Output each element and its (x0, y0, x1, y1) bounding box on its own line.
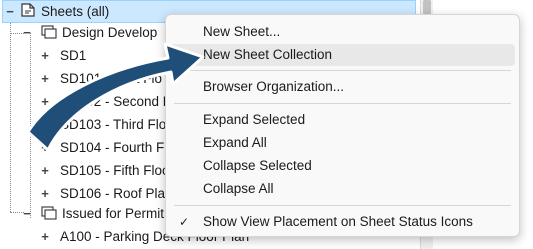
checkmark-icon: ✓ (179, 215, 190, 229)
menu-item-expand-selected[interactable]: Expand Selected (170, 109, 515, 131)
menu-separator (174, 70, 511, 71)
tree-item-label: SD101 - First Flo (60, 71, 163, 86)
expand-toggle-icon[interactable]: + (40, 91, 50, 113)
tree-group-issued-for-permit[interactable]: − Issued for Permit (22, 203, 164, 225)
tree-item-label: SD106 - Roof Plar (60, 186, 170, 201)
context-menu: New Sheet... New Sheet Collection Browse… (165, 14, 520, 237)
menu-item-label: Browser Organization... (203, 79, 345, 94)
tree-item-label: SD102 - Second F (60, 94, 172, 109)
collapse-toggle-icon[interactable]: − (22, 22, 32, 44)
menu-item-label: Expand Selected (203, 112, 306, 127)
menu-item-collapse-all[interactable]: Collapse All (170, 178, 515, 200)
tree-item-sheet[interactable]: + SD104 - Fourth F (40, 137, 164, 159)
menu-separator (174, 205, 511, 206)
menu-item-label: New Sheet... (203, 24, 281, 39)
collapse-toggle-icon[interactable]: − (5, 1, 15, 23)
menu-separator (174, 103, 511, 104)
sheet-collection-icon (40, 24, 58, 43)
tree-item-label: SD105 - Fifth Floo (60, 163, 170, 178)
menu-item-label: Collapse All (203, 181, 274, 196)
sheet-collection-icon (40, 205, 58, 224)
expand-toggle-icon[interactable]: + (40, 68, 50, 90)
tree-item-sheet[interactable]: + SD102 - Second F (40, 91, 171, 113)
tree-item-label: SD1 (60, 48, 87, 63)
tree-item-sheet[interactable]: + SD1 (40, 45, 86, 67)
tree-item-label: SD104 - Fourth F (60, 140, 165, 155)
tree-item-sheet[interactable]: + SD105 - Fifth Floo (40, 160, 170, 182)
menu-item-browser-organization[interactable]: Browser Organization... (170, 76, 515, 98)
menu-item-new-sheet[interactable]: New Sheet... (170, 21, 515, 43)
tree-root-label: Sheets (all) (41, 3, 110, 19)
expand-toggle-icon[interactable]: + (40, 183, 50, 205)
menu-item-label: Show View Placement on Sheet Status Icon… (203, 214, 473, 229)
tree-guide-line (10, 22, 11, 212)
tree-group-label: Design Develop (62, 25, 158, 40)
tree-group-label: Issued for Permit (62, 206, 165, 221)
menu-item-expand-all[interactable]: Expand All (170, 132, 515, 154)
menu-item-label: Collapse Selected (203, 158, 312, 173)
expand-toggle-icon[interactable]: + (40, 45, 50, 67)
sheet-set-icon (19, 2, 37, 21)
menu-item-label: Expand All (203, 135, 267, 150)
expand-toggle-icon[interactable]: + (40, 226, 50, 248)
tree-group-design-development[interactable]: − Design Develop (22, 22, 157, 44)
menu-item-show-view-placement[interactable]: ✓ Show View Placement on Sheet Status Ic… (170, 211, 515, 233)
tree-item-sheet[interactable]: + SD101 - First Flo (40, 68, 162, 90)
tree-guide-line (30, 33, 31, 218)
expand-toggle-icon[interactable]: + (40, 160, 50, 182)
expand-toggle-icon[interactable]: + (40, 137, 50, 159)
expand-toggle-icon[interactable]: + (40, 114, 50, 136)
menu-item-collapse-selected[interactable]: Collapse Selected (170, 155, 515, 177)
tree-item-sheet[interactable]: + SD106 - Roof Plar (40, 183, 170, 205)
menu-item-label: New Sheet Collection (203, 47, 333, 62)
collapse-toggle-icon[interactable]: − (22, 203, 32, 225)
tree-item-sheet[interactable]: + SD103 - Third Flo (40, 114, 166, 136)
menu-item-new-sheet-collection[interactable]: New Sheet Collection (170, 44, 515, 66)
tree-item-label: SD103 - Third Flo (60, 117, 167, 132)
